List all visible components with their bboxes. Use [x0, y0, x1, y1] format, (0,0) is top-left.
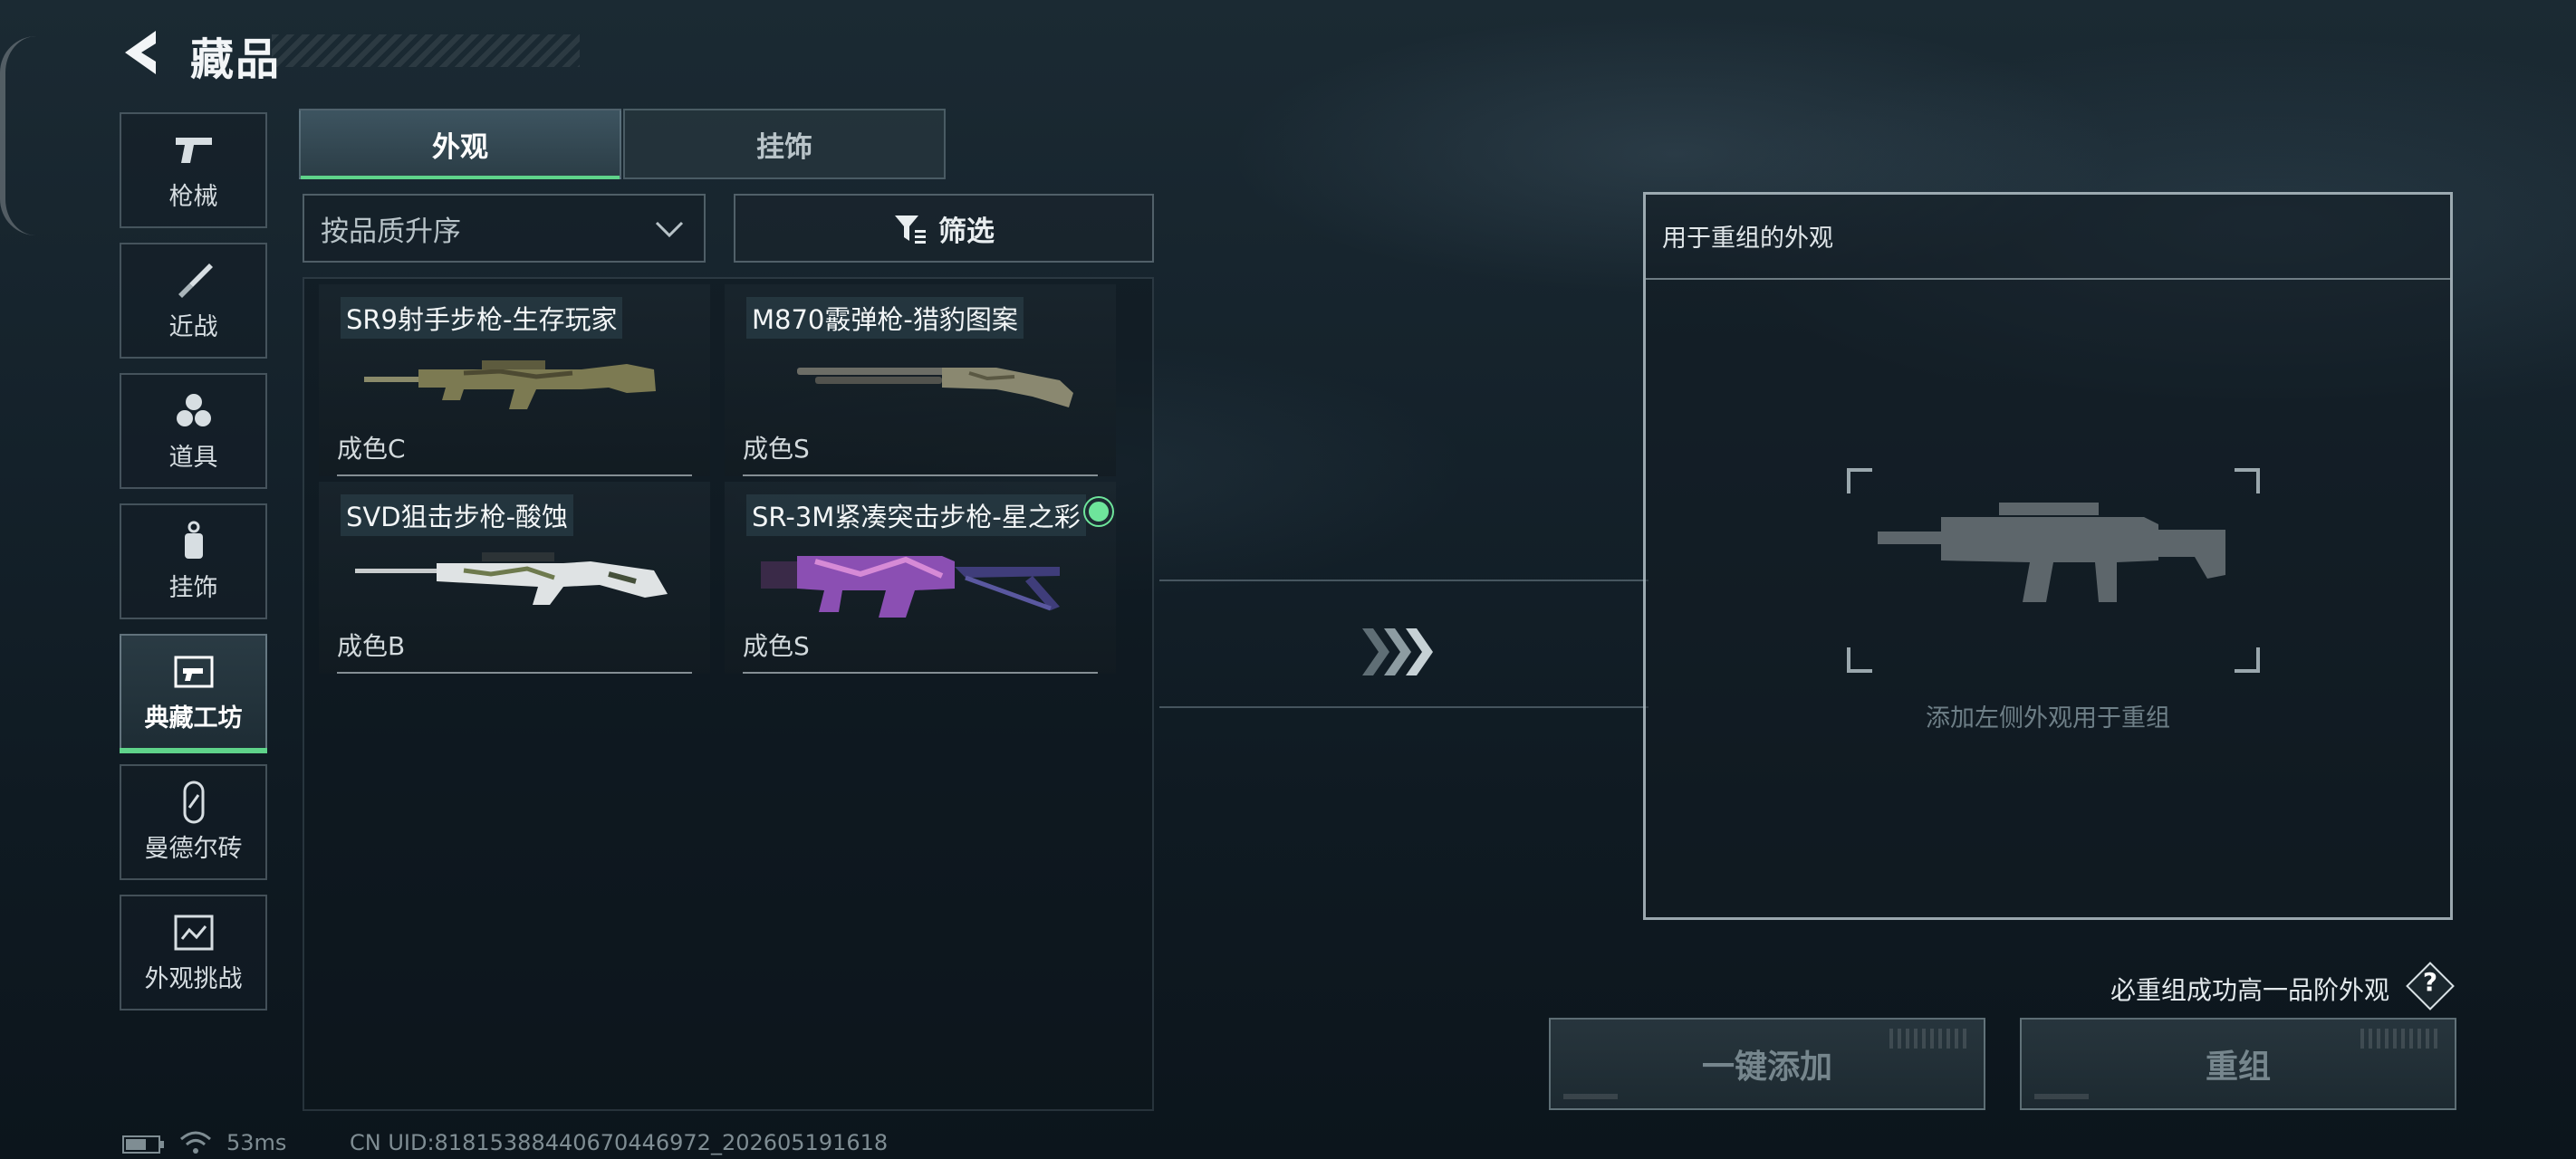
challenge-icon: [172, 912, 216, 953]
workshop-icon: [172, 651, 216, 693]
skin-card[interactable]: SR9射手步枪-生存玩家 成色C: [319, 284, 710, 476]
skin-grade: 成色C: [337, 434, 406, 464]
filter-icon: [895, 216, 926, 244]
m870-shotgun-image: [797, 368, 1073, 407]
sidebar-item-label: 道具: [168, 443, 218, 472]
sidebar-item-guns[interactable]: 枪械: [120, 112, 267, 228]
panel-divider: [1646, 278, 2450, 280]
tab-appearance[interactable]: 外观: [299, 109, 621, 179]
sidebar-item-items[interactable]: 道具: [120, 373, 267, 489]
tab-charms[interactable]: 挂饰: [623, 109, 946, 179]
filter-label: 筛选: [938, 215, 995, 248]
skin-card[interactable]: SR-3M紧凑突击步枪-星之彩 成色S: [725, 482, 1116, 674]
wifi-icon: [180, 1131, 211, 1154]
card-underline: [337, 672, 692, 674]
chevron-right-arrows-icon: [1362, 628, 1433, 675]
skin-grade: 成色B: [337, 631, 406, 661]
add-all-label: 一键添加: [1701, 1049, 1832, 1086]
back-button[interactable]: [116, 25, 170, 80]
grenade-icon: [172, 390, 216, 432]
recombine-label: 重组: [2205, 1049, 2271, 1086]
sidebar-item-label: 典藏工坊: [144, 704, 243, 733]
sidebar-item-workshop[interactable]: 典藏工坊: [120, 634, 267, 753]
ping-text: 53ms: [226, 1130, 287, 1155]
skin-grade: 成色S: [743, 631, 810, 661]
sidebar-item-skin-challenge[interactable]: 外观挑战: [120, 895, 267, 1011]
battery-icon: [122, 1135, 164, 1154]
button-decoration: [1889, 1029, 1971, 1049]
sidebar-item-melee[interactable]: 近战: [120, 243, 267, 359]
sidebar-item-label: 枪械: [168, 182, 218, 211]
uid-text: CN UID:8181538844067044697​2_20260519161…: [350, 1130, 889, 1155]
guarantee-text: 必重组成功高一品阶外观: [2110, 975, 2390, 1005]
flow-line-top: [1159, 580, 1648, 581]
skin-name: SVD狙击步枪-酸蚀: [341, 494, 574, 536]
sidebar-item-label: 近战: [168, 312, 218, 341]
recombine-panel-title: 用于重组的外观: [1662, 225, 1833, 253]
skin-card[interactable]: M870霰弹枪-猎豹图案 成色S: [725, 284, 1116, 476]
button-decoration: [2034, 1094, 2089, 1099]
sort-value: 按品质升序: [321, 215, 461, 248]
page-title: 藏品: [190, 34, 282, 85]
empty-slot-rifle-placeholder[interactable]: [1845, 466, 2262, 675]
sort-dropdown[interactable]: 按品质升序: [303, 194, 706, 263]
sidebar-item-label: 外观挑战: [144, 964, 243, 993]
knife-icon: [172, 260, 216, 302]
card-underline: [743, 474, 1098, 476]
pistol-icon: [172, 129, 216, 171]
screen-edge-decoration: [0, 36, 36, 235]
empty-hint: 添加左侧外观用于重组: [1926, 704, 2170, 733]
equipped-indicator: [1085, 498, 1112, 525]
svd-sniper-image: [355, 552, 668, 605]
sr3m-rifle-image: [761, 556, 1060, 618]
skin-name: M870霰弹枪-猎豹图案: [746, 297, 1024, 339]
skin-grade: 成色S: [743, 434, 810, 464]
chevron-down-icon: [655, 221, 684, 238]
card-underline: [337, 474, 692, 476]
title-stripe-decoration: [272, 34, 580, 67]
recombine-panel: 用于重组的外观 添加左侧外观用于重组: [1643, 192, 2453, 920]
back-arrow-icon: [125, 31, 156, 74]
add-all-button[interactable]: 一键添加: [1549, 1018, 1985, 1110]
sidebar-item-label: 挂饰: [168, 573, 218, 602]
question-mark-icon[interactable]: ?: [2413, 967, 2447, 1005]
skin-name: SR-3M紧凑突击步枪-星之彩: [746, 494, 1086, 536]
skin-card[interactable]: SVD狙击步枪-酸蚀 成色B: [319, 482, 710, 674]
skin-name: SR9射手步枪-生存玩家: [341, 297, 623, 339]
charm-icon: [172, 521, 216, 562]
recombine-button[interactable]: 重组: [2020, 1018, 2456, 1110]
button-decoration: [2360, 1029, 2442, 1049]
sidebar-item-label: 曼德尔砖: [144, 834, 243, 863]
flow-line-bottom: [1159, 706, 1648, 708]
filter-button[interactable]: 筛选: [734, 194, 1154, 263]
brick-icon: [172, 781, 216, 823]
sr9-rifle-image: [364, 360, 656, 409]
button-decoration: [1563, 1094, 1618, 1099]
sidebar-item-charms[interactable]: 挂饰: [120, 503, 267, 619]
card-underline: [743, 672, 1098, 674]
sidebar-item-mandel-brick[interactable]: 曼德尔砖: [120, 764, 267, 880]
